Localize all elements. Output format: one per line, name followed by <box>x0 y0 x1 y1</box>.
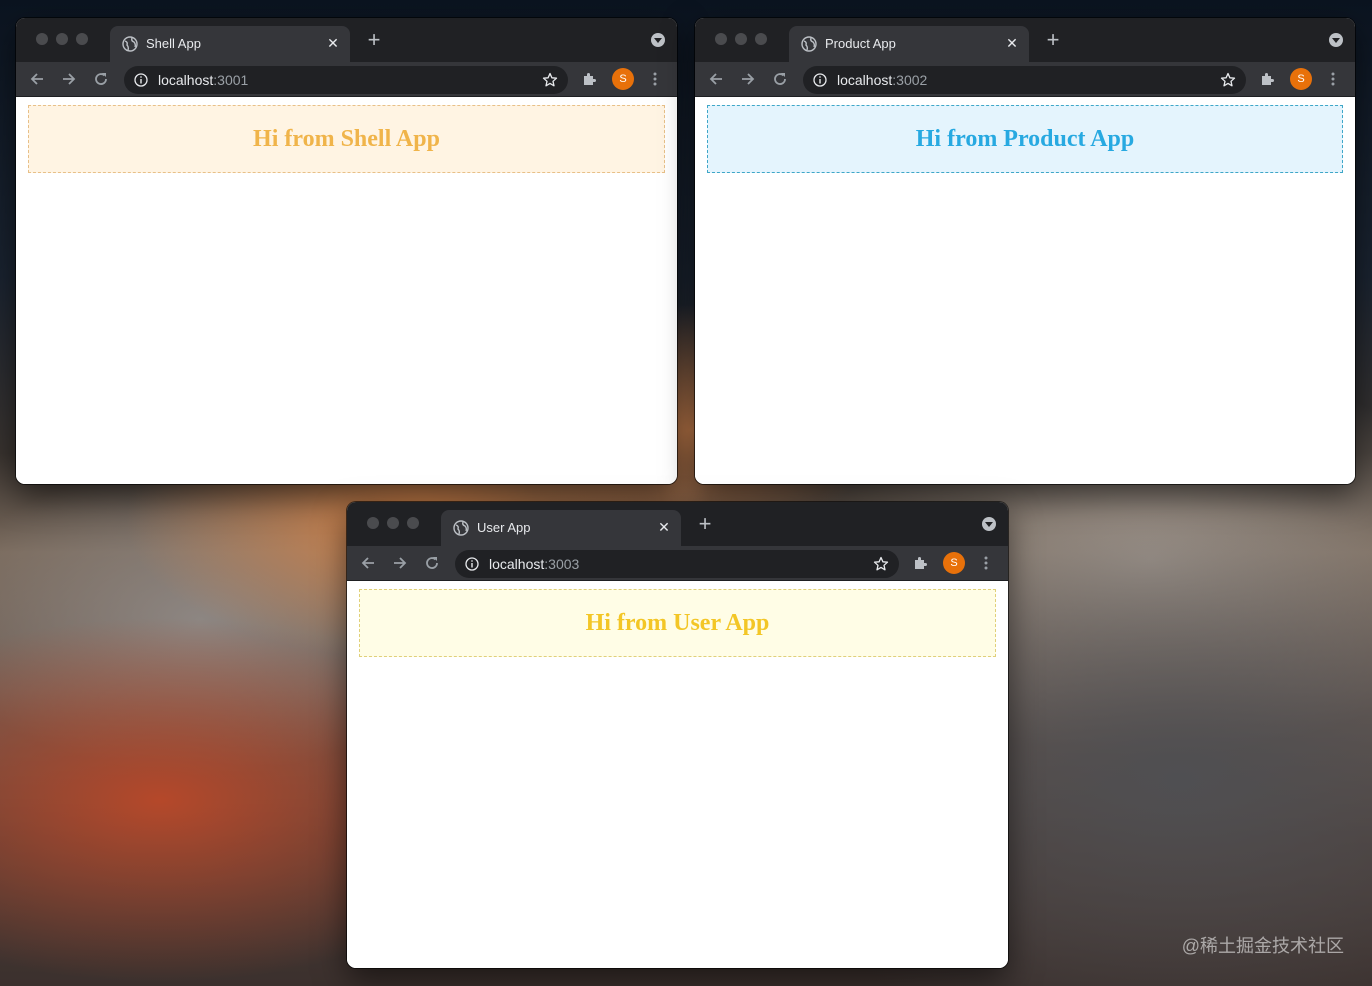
url-host: localhost <box>489 556 545 572</box>
profile-avatar[interactable]: S <box>943 552 965 574</box>
tab-search-icon[interactable] <box>651 33 665 47</box>
reload-icon[interactable] <box>92 70 110 88</box>
back-arrow-icon[interactable] <box>359 554 377 572</box>
window-minimize-control[interactable] <box>735 33 747 45</box>
page-content: Hi from Shell App <box>16 97 677 484</box>
toolbar: localhost:3001 S <box>16 62 677 97</box>
window-close-control[interactable] <box>367 517 379 529</box>
bookmark-star-icon[interactable] <box>873 556 889 572</box>
new-tab-icon[interactable]: + <box>1041 28 1065 52</box>
reload-icon[interactable] <box>771 70 789 88</box>
page-content: Hi from User App <box>347 581 1008 968</box>
close-tab-icon[interactable]: ✕ <box>655 518 673 536</box>
close-tab-icon[interactable]: ✕ <box>1003 34 1021 52</box>
title-bar: Shell App ✕ + <box>16 18 677 62</box>
url-host: localhost <box>837 72 893 88</box>
tab-shell-app[interactable]: Shell App ✕ <box>110 26 350 62</box>
back-arrow-icon[interactable] <box>707 70 725 88</box>
bookmark-star-icon[interactable] <box>1220 72 1236 88</box>
window-minimize-control[interactable] <box>56 33 68 45</box>
banner-heading: Hi from Product App <box>915 125 1135 152</box>
watermark: @稀土掘金技术社区 <box>1181 936 1344 956</box>
banner-heading: Hi from Shell App <box>253 125 440 152</box>
url-text: localhost:3002 <box>837 72 927 88</box>
more-menu-icon[interactable] <box>1331 71 1335 87</box>
window-close-control[interactable] <box>715 33 727 45</box>
app-banner: Hi from Product App <box>707 105 1343 173</box>
url-host: localhost <box>158 72 214 88</box>
address-bar[interactable]: localhost:3002 <box>803 66 1246 94</box>
toolbar: localhost:3002 S <box>695 62 1355 97</box>
info-icon[interactable] <box>134 73 148 87</box>
url-text: localhost:3003 <box>489 556 579 572</box>
forward-arrow-icon[interactable] <box>391 554 409 572</box>
tab-user-app[interactable]: User App ✕ <box>441 510 681 546</box>
profile-avatar[interactable]: S <box>612 68 634 90</box>
new-tab-icon[interactable]: + <box>362 28 386 52</box>
globe-icon <box>801 36 817 52</box>
close-tab-icon[interactable]: ✕ <box>324 34 342 52</box>
url-port: :3001 <box>213 72 249 88</box>
globe-icon <box>453 520 469 536</box>
profile-avatar[interactable]: S <box>1290 68 1312 90</box>
reload-icon[interactable] <box>423 554 441 572</box>
window-minimize-control[interactable] <box>387 517 399 529</box>
app-banner: Hi from User App <box>359 589 996 657</box>
tab-title: User App <box>477 520 531 535</box>
title-bar: Product App ✕ + <box>695 18 1355 62</box>
info-icon[interactable] <box>813 73 827 87</box>
bookmark-star-icon[interactable] <box>542 72 558 88</box>
browser-window-shell: Shell App ✕ + localhost:3001 S Hi from S… <box>16 18 677 484</box>
extensions-puzzle-icon[interactable] <box>913 555 929 571</box>
url-text: localhost:3001 <box>158 72 248 88</box>
banner-heading: Hi from User App <box>585 609 770 636</box>
more-menu-icon[interactable] <box>984 555 988 571</box>
more-menu-icon[interactable] <box>653 71 657 87</box>
url-port: :3003 <box>544 556 580 572</box>
address-bar[interactable]: localhost:3001 <box>124 66 568 94</box>
title-bar: User App ✕ + <box>347 502 1008 546</box>
app-banner: Hi from Shell App <box>28 105 665 173</box>
forward-arrow-icon[interactable] <box>60 70 78 88</box>
page-content: Hi from Product App <box>695 97 1355 484</box>
browser-window-product: Product App ✕ + localhost:3002 S Hi from… <box>695 18 1355 484</box>
window-zoom-control[interactable] <box>407 517 419 529</box>
extensions-puzzle-icon[interactable] <box>1260 71 1276 87</box>
extensions-puzzle-icon[interactable] <box>582 71 598 87</box>
window-zoom-control[interactable] <box>76 33 88 45</box>
back-arrow-icon[interactable] <box>28 70 46 88</box>
tab-title: Shell App <box>146 36 201 51</box>
window-close-control[interactable] <box>36 33 48 45</box>
tab-search-icon[interactable] <box>1329 33 1343 47</box>
tab-product-app[interactable]: Product App ✕ <box>789 26 1029 62</box>
url-port: :3002 <box>892 72 928 88</box>
browser-window-user: User App ✕ + localhost:3003 S Hi from Us… <box>347 502 1008 968</box>
forward-arrow-icon[interactable] <box>739 70 757 88</box>
tab-title: Product App <box>825 36 896 51</box>
toolbar: localhost:3003 S <box>347 546 1008 581</box>
tab-search-icon[interactable] <box>982 517 996 531</box>
globe-icon <box>122 36 138 52</box>
new-tab-icon[interactable]: + <box>693 512 717 536</box>
window-zoom-control[interactable] <box>755 33 767 45</box>
address-bar[interactable]: localhost:3003 <box>455 550 899 578</box>
info-icon[interactable] <box>465 557 479 571</box>
